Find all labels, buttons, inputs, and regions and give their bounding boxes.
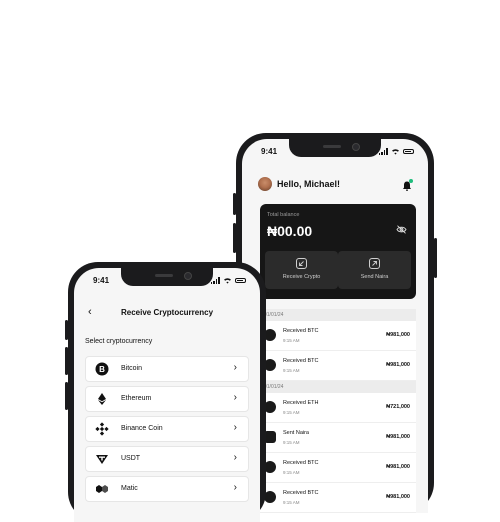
volume-button: [65, 382, 68, 410]
transaction-time: 9:15 AM: [283, 410, 300, 415]
notch: [289, 139, 381, 157]
avatar[interactable]: [258, 177, 272, 191]
page-title: Receive Cryptocurrency: [120, 308, 214, 317]
transaction-title: Received BTC: [283, 358, 319, 364]
transaction-title: Received ETH: [283, 400, 319, 406]
transaction-time: 9:15 AM: [283, 470, 300, 475]
polygon-icon: [96, 485, 108, 493]
coin-name: Binance Coin: [121, 425, 163, 432]
chevron-right-icon: ›: [233, 362, 237, 373]
tether-icon: [96, 455, 108, 464]
status-icons: [210, 277, 246, 284]
coin-name: USDT: [121, 455, 141, 462]
chevron-right-icon: ›: [233, 482, 237, 493]
transaction-list: 01/01/24 Received BTC 9:15 AM ₦981,000 R…: [260, 309, 416, 513]
volume-button: [233, 193, 236, 215]
balance-label: Total balance: [267, 212, 300, 218]
coin-item-ethereum[interactable]: Ethereum ›: [85, 386, 249, 412]
home-screen: 9:41 Hello, Michael! Total balance ₦00.0…: [242, 139, 428, 513]
transaction-amount: ₦981,000: [386, 362, 410, 368]
transaction-date: 01/01/24: [260, 309, 416, 321]
greeting-text: Hello, Michael!: [277, 179, 341, 189]
arrow-down-left-icon: [296, 258, 307, 269]
coin-item-binance[interactable]: Binance Coin ›: [85, 416, 249, 442]
greeting-header: Hello, Michael!: [258, 177, 340, 191]
battery-icon: [403, 149, 414, 154]
ethereum-icon: [98, 393, 106, 405]
bitcoin-icon: B: [95, 362, 109, 376]
coin-list: B Bitcoin › Ethereum › Binance Coin › US…: [85, 356, 249, 506]
transaction-title: Received BTC: [283, 460, 319, 466]
chevron-right-icon: ›: [233, 452, 237, 463]
balance-amount: ₦00.00: [267, 223, 313, 239]
battery-icon: [235, 278, 246, 283]
volume-button: [65, 320, 68, 340]
status-time: 9:41: [261, 147, 278, 156]
binance-icon: [95, 422, 109, 436]
transaction-row[interactable]: Received BTC 9:15 AM ₦981,000: [260, 453, 416, 483]
chevron-right-icon: ›: [233, 392, 237, 403]
transaction-title: Received BTC: [283, 490, 319, 496]
coin-item-usdt[interactable]: USDT ›: [85, 446, 249, 472]
send-naira-label: Send Naira: [360, 274, 389, 280]
transaction-amount: ₦721,000: [386, 404, 410, 410]
transaction-row[interactable]: Received ETH 9:15 AM ₦721,000: [260, 393, 416, 423]
send-naira-button[interactable]: Send Naira: [338, 251, 411, 289]
coin-name: Ethereum: [121, 395, 152, 402]
coin-name: Bitcoin: [121, 365, 143, 372]
coin-item-bitcoin[interactable]: B Bitcoin ›: [85, 356, 249, 382]
transaction-amount: ₦981,000: [386, 464, 410, 470]
transaction-row[interactable]: Received BTC 9:15 AM ₦981,000: [260, 321, 416, 351]
chevron-right-icon: ›: [233, 422, 237, 433]
transaction-time: 9:15 AM: [283, 338, 300, 343]
eye-off-icon[interactable]: [396, 225, 407, 234]
notch: [121, 268, 213, 286]
transaction-time: 9:15 AM: [283, 500, 300, 505]
coin-item-matic[interactable]: Matic ›: [85, 476, 249, 502]
transaction-amount: ₦981,000: [386, 494, 410, 500]
transaction-title: Received BTC: [283, 328, 319, 334]
receive-screen: 9:41 ‹ Receive Cryptocurrency Select cry…: [74, 268, 260, 522]
phone-receive: 9:41 ‹ Receive Cryptocurrency Select cry…: [65, 262, 266, 522]
status-time: 9:41: [93, 276, 110, 285]
receive-crypto-button[interactable]: Receive Crypto: [265, 251, 338, 289]
receive-crypto-label: Receive Crypto: [282, 274, 321, 280]
transaction-row[interactable]: Received BTC 9:15 AM ₦981,000: [260, 351, 416, 381]
coin-name: Matic: [121, 485, 138, 492]
wifi-icon: [224, 278, 231, 284]
status-icons: [378, 148, 414, 155]
select-label: Select cryptocurrency: [85, 338, 153, 345]
notification-button[interactable]: [401, 179, 413, 191]
transaction-amount: ₦981,000: [386, 434, 410, 440]
transaction-time: 9:15 AM: [283, 440, 300, 445]
volume-button: [233, 223, 236, 253]
transaction-time: 9:15 AM: [283, 368, 300, 373]
transaction-row[interactable]: Sent Naira 9:15 AM ₦981,000: [260, 423, 416, 453]
svg-text:B: B: [99, 365, 105, 374]
transaction-row[interactable]: Received BTC 9:15 AM ₦981,000: [260, 483, 416, 513]
power-button: [434, 238, 437, 278]
wifi-icon: [392, 149, 399, 155]
notification-dot: [409, 179, 413, 183]
transaction-title: Sent Naira: [283, 430, 309, 436]
transaction-date: 01/01/24: [260, 381, 416, 393]
arrow-up-right-icon: [369, 258, 380, 269]
volume-button: [65, 347, 68, 375]
balance-card: Total balance ₦00.00 Receive Crypto Send…: [260, 204, 416, 299]
transaction-amount: ₦981,000: [386, 332, 410, 338]
